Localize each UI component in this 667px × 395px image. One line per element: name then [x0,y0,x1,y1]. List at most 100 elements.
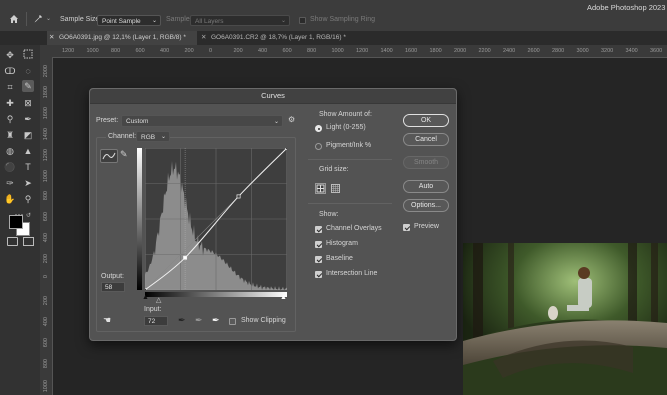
sample-size-select[interactable]: Point Sample ⌄ [97,15,161,26]
ruler-tick-label: 2400 [503,48,516,54]
ruler-tick-label: 2000 [454,48,467,54]
black-point-eyedropper-icon[interactable]: ✒ [178,315,186,326]
eraser-tool-icon[interactable]: ◩ [22,129,34,141]
sample-size-label: Sample Size: [60,16,102,23]
brush-tool-icon[interactable]: ✒ [22,113,34,125]
grid-detailed-icon[interactable] [330,183,341,194]
tool-preset-chevron-icon[interactable]: ⌄ [46,15,51,22]
show-sampling-ring-checkbox[interactable] [299,17,306,24]
ruler-tick-label: 400 [258,48,268,54]
ruler-tick-label: 800 [111,48,121,54]
smooth-button[interactable]: Smooth [403,156,449,169]
hand-tool-icon[interactable]: ✋ [4,193,16,205]
zoom-tool-icon[interactable]: ⚲ [22,193,34,205]
shadow-input-slider-icon[interactable]: △ [156,296,161,304]
output-field[interactable]: 58 [101,282,125,292]
white-point-slider-icon[interactable]: ▲ [280,294,287,301]
marquee-tool-icon[interactable] [22,49,34,61]
light-radio[interactable] [315,125,322,132]
tab-document-2[interactable]: GO6A0391.CR2 @ 18,7% (Layer 1, RGB/16) * [211,31,346,45]
options-bar: ⌄ Sample Size: Point Sample ⌄ Sample: All… [0,0,667,32]
ok-button[interactable]: OK [403,114,449,127]
ruler-tick-label: 1200 [43,149,49,162]
curve-point [236,194,241,199]
gray-point-eyedropper-icon[interactable]: ✒ [195,315,203,326]
output-gradient-bar [137,148,142,290]
preset-select[interactable]: Custom ⌄ [121,115,283,127]
clone-stamp-tool-icon[interactable]: ⚲ [4,113,16,125]
baseline-checkbox[interactable] [315,256,322,263]
curve-svg[interactable] [143,146,289,292]
sample-select[interactable]: All Layers ⌄ [190,15,290,26]
white-point-eyedropper-icon[interactable]: ✒ [212,315,220,326]
tab-document-1[interactable]: GO6A0391.jpg @ 12,1% (Layer 1, RGB/8) * [59,31,186,45]
divider [308,203,392,204]
foreground-color-swatch[interactable] [9,215,23,229]
history-brush-tool-icon[interactable]: ♜ [4,129,16,141]
type-tool-icon[interactable]: T [22,161,34,173]
horizontal-ruler: 1200 1000 800 600 400 200 0 200 400 600 800 1000 120… [40,45,667,58]
channel-label: Channel: [106,133,139,140]
black-point-slider-icon[interactable]: ▲ [142,294,149,301]
home-icon[interactable] [8,13,20,25]
histogram-checkbox[interactable] [315,241,322,248]
ruler-tick-label: 400 [160,48,170,54]
ruler-tick-label: 600 [135,48,145,54]
frame-tool-icon[interactable]: ⊠ [22,97,34,109]
cancel-button[interactable]: Cancel [403,133,449,146]
preset-options-gear-icon[interactable]: ⚙ [288,115,295,124]
crop-tool-icon[interactable]: ⌗ [4,81,16,93]
channel-overlays-label: Channel Overlays [326,225,382,232]
channel-overlays-checkbox[interactable] [315,226,322,233]
ruler-tick-label: 600 [43,212,49,222]
screen-mode-icon[interactable] [23,237,34,246]
ruler-tick-label: 3000 [576,48,589,54]
options-button[interactable]: Options... [403,199,449,212]
show-clipping-checkbox[interactable] [229,318,236,325]
preview-checkbox[interactable] [403,224,410,231]
ruler-tick-label: 1200 [356,48,369,54]
input-label: Input: [144,306,162,313]
lasso-tool-icon[interactable]: ↀ [4,65,16,77]
sample-label: Sample: [166,16,192,23]
tab-close-icon[interactable]: ✕ [201,31,206,45]
intersection-line-checkbox[interactable] [315,271,322,278]
eyedropper-tool-icon[interactable] [33,14,43,24]
pigment-radio[interactable] [315,143,322,150]
dodge-tool-icon[interactable]: ⚫ [4,161,16,173]
channel-value: RGB [141,134,156,141]
auto-button[interactable]: Auto [403,180,449,193]
eyedropper-tool-icon[interactable]: ✎ [22,80,34,92]
tab-close-icon[interactable]: ✕ [49,31,54,45]
ruler-tick-label: 1200 [62,48,75,54]
grid-simple-icon[interactable] [315,183,326,194]
curve-point [285,146,289,150]
curve-edit-points-icon[interactable] [100,149,118,163]
swap-colors-icon[interactable]: ↺ [26,212,31,219]
input-field[interactable]: 72 [144,316,168,326]
gradient-tool-icon[interactable]: ▲ [22,145,34,157]
on-image-adjust-hand-icon[interactable]: ☚ [103,315,111,326]
healing-brush-tool-icon[interactable]: ✚ [4,97,16,109]
ruler-tick-label: 600 [43,338,49,348]
sample-value: All Layers [195,18,224,25]
pen-tool-icon[interactable]: ✑ [4,177,16,189]
blur-tool-icon[interactable]: ◍ [4,145,16,157]
ruler-tick-label: 200 [233,48,243,54]
ruler-tick-label: 800 [307,48,317,54]
draw-pencil-icon[interactable]: ✎ [120,149,128,160]
ruler-tick-label: 1800 [429,48,442,54]
ruler-tick-label: 1600 [43,107,49,120]
ruler-tick-label: 1000 [331,48,344,54]
move-tool-icon[interactable]: ✥ [4,49,16,61]
ruler-tick-label: 3400 [625,48,638,54]
curve-graph[interactable] [143,146,289,292]
tools-panel: ✥ ↀ ◌ ⌗ ✎ ✚ ⊠ ⚲ ✒ ♜ ◩ ◍ ▲ ⚫ T ✑ ➤ ✋ ⚲ ··… [0,45,40,395]
ruler-tick-label: 1400 [380,48,393,54]
ruler-tick-label: 3200 [601,48,614,54]
quick-mask-icon[interactable] [7,237,18,246]
path-selection-tool-icon[interactable]: ➤ [22,177,34,189]
quick-selection-tool-icon[interactable]: ◌ [22,65,34,77]
channel-select[interactable]: RGB ⌄ [136,131,170,142]
show-label: Show: [319,211,339,218]
